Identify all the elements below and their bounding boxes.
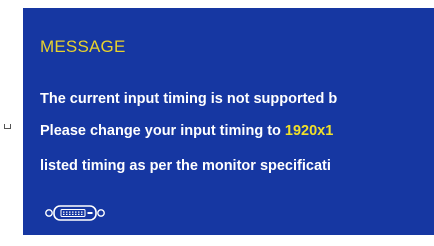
edge-mark	[4, 124, 11, 129]
timing-highlight: 1920x1	[284, 123, 334, 139]
message-line-2-text: Please change your input timing to	[40, 123, 285, 139]
message-line-3: listed timing as per the monitor specifi…	[40, 158, 331, 174]
message-line-2: Please change your input timing to 1920x…	[40, 123, 333, 139]
message-line-1: The current input timing is not supporte…	[40, 91, 338, 107]
dvi-connector-icon	[45, 205, 105, 221]
message-title: MESSAGE	[40, 37, 126, 56]
screen: MESSAGE The current input timing is not …	[0, 0, 434, 246]
osd-message-panel: MESSAGE The current input timing is not …	[23, 8, 434, 235]
